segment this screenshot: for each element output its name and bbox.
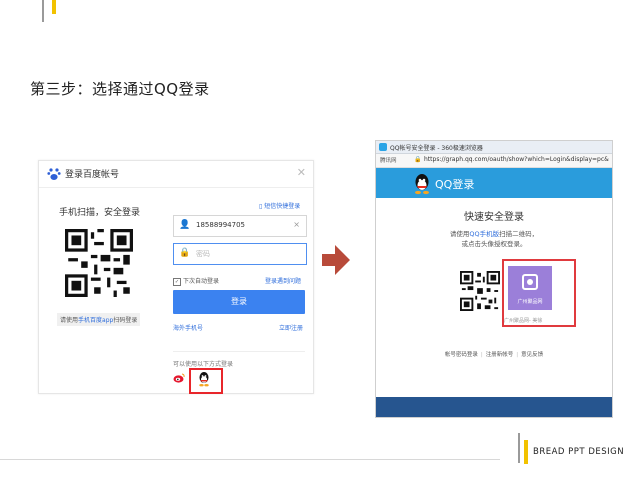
baidu-paw-icon [47, 168, 61, 180]
qq-penguin-icon [415, 174, 429, 195]
address-bar[interactable]: 腾讯网 🔒 https://graph.qq.com/oauth/show?wh… [376, 154, 612, 168]
bottom-left-rule [0, 459, 500, 460]
desc-line-2: 或点击头像授权登录。 [461, 240, 527, 248]
scan-tip: 请使用手机百度app扫码登录 [57, 313, 141, 326]
fast-login-title: 快速安全登录 [464, 212, 524, 223]
qq-login-footer: 帐号密码登录 | 注册新帐号 | 意见反馈 [444, 352, 544, 358]
auto-login-checkbox[interactable]: ✓ 下次自动登录 [173, 276, 219, 286]
scan-heading: 手机扫描，安全登录 [59, 208, 141, 218]
desc-suffix: 扫描二维码， [499, 230, 539, 238]
window-title: QQ帐号安全登录 - 360极速浏览器 [390, 145, 483, 152]
username-field[interactable]: 👤 18588994705 × [173, 215, 307, 237]
avatar-logo-icon [522, 274, 538, 290]
baidu-app-link[interactable]: 手机百度app [78, 317, 113, 324]
arrow-right-icon [322, 245, 350, 275]
avatar-account-name: 广州聚品网- 美徐 [504, 318, 543, 324]
lock-icon: 🔒 [179, 248, 191, 258]
qq-icon[interactable] [197, 371, 211, 387]
fast-login-description: 请使用QQ手机版扫描二维码， 或点击头像授权登录。 [376, 229, 612, 249]
qq-login-header: QQ登录 [376, 168, 612, 198]
login-problem-link[interactable]: 登录遇到问题 [265, 276, 301, 285]
qr-code [65, 229, 133, 297]
checkbox-checked-icon: ✓ [173, 277, 181, 286]
account-avatar[interactable]: 广州聚品网 [508, 266, 552, 310]
password-login-link[interactable]: 帐号密码登录 [445, 352, 478, 358]
qq-favicon-icon [379, 143, 387, 151]
register-account-link[interactable]: 注册新帐号 [486, 352, 514, 358]
overseas-phone-link[interactable]: 海外手机号 [173, 323, 203, 332]
password-field[interactable]: 🔒 密码 [173, 243, 307, 265]
bottom-right-divider-line [518, 433, 520, 463]
qq-login-title: QQ登录 [435, 178, 475, 191]
weibo-icon[interactable] [173, 373, 185, 383]
avatar-label: 广州聚品网 [517, 299, 543, 305]
desc-prefix: 请使用 [449, 230, 470, 238]
user-icon: 👤 [179, 220, 191, 230]
qq-qr-code [460, 271, 500, 311]
feedback-link[interactable]: 意见反馈 [521, 352, 543, 358]
other-login-label: 可以使用以下方式登录 [173, 361, 234, 368]
bottom-right-accent-bar [524, 440, 528, 464]
baidu-login-dialog: 登录百度帐号 ✕ 手机扫描，安全登录 请使用手机百度app扫码登录 ▯ 短信快捷… [38, 160, 314, 394]
brand-label: BREAD PPT DESIGN [533, 447, 625, 457]
dialog-title: 登录百度帐号 [65, 170, 120, 180]
qq-mobile-link[interactable]: QQ手机版 [469, 230, 499, 238]
username-value: 18588994705 [196, 221, 245, 229]
qq-login-browser-window: QQ帐号安全登录 - 360极速浏览器 腾讯网 🔒 https://graph.… [375, 140, 613, 418]
toolbar-text[interactable]: 腾讯网 [380, 156, 397, 164]
password-placeholder: 密码 [196, 250, 210, 258]
top-left-accent-bar [52, 0, 56, 14]
sms-login-label: 短信快捷登录 [264, 203, 301, 210]
browser-title-bar: QQ帐号安全登录 - 360极速浏览器 [376, 141, 612, 154]
scan-tip-prefix: 请使用 [60, 317, 79, 324]
scan-tip-suffix: 扫码登录 [113, 317, 138, 324]
step-title: 第三步：选择通过QQ登录 [30, 80, 210, 98]
auto-login-label: 下次自动登录 [183, 278, 220, 285]
close-icon[interactable]: ✕ [297, 166, 306, 179]
dialog-header: 登录百度帐号 ✕ [39, 161, 313, 188]
register-link[interactable]: 立即注册 [279, 323, 303, 332]
background-page-strip [376, 397, 612, 417]
url-text[interactable]: https://graph.qq.com/oauth/show?which=Lo… [424, 156, 609, 163]
sms-login-link[interactable]: ▯ 短信快捷登录 [259, 201, 300, 210]
phone-icon: ▯ [259, 203, 263, 210]
clear-icon[interactable]: × [293, 220, 300, 229]
top-left-divider-line [42, 0, 44, 22]
secure-lock-icon: 🔒 [414, 156, 422, 163]
divider [173, 351, 305, 352]
login-button[interactable]: 登录 [173, 290, 305, 314]
